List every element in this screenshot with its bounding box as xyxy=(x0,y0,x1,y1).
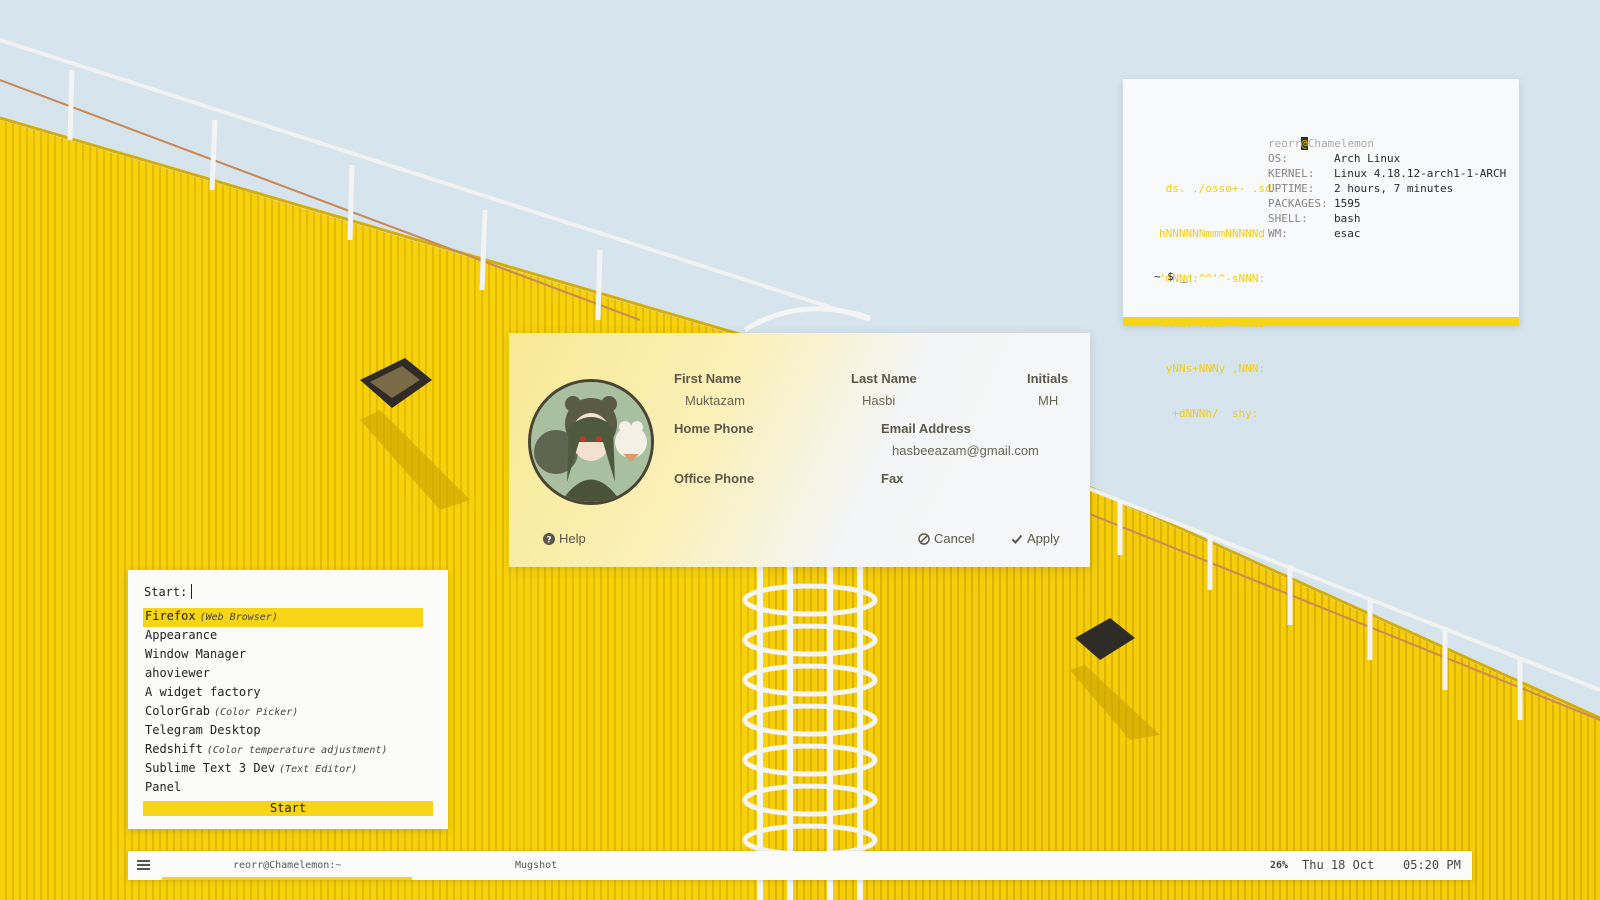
avatar[interactable] xyxy=(528,379,654,505)
list-item-firefox[interactable]: Firefox (Web Browser) xyxy=(143,608,423,627)
initials-field[interactable]: MH xyxy=(1038,393,1058,408)
terminal-username: reorr xyxy=(1268,137,1302,150)
app-description: (Web Browser) xyxy=(199,612,278,623)
sysinfo-value-shell: bash xyxy=(1334,212,1361,225)
cancel-icon xyxy=(918,532,930,545)
sysinfo-key-os: OS: xyxy=(1268,152,1288,165)
app-name: Telegram Desktop xyxy=(145,723,261,737)
launcher-search[interactable]: Start: xyxy=(144,584,193,599)
sysinfo-key-packages: PACKAGES: xyxy=(1268,197,1328,210)
battery-status[interactable]: 26% xyxy=(1270,851,1288,880)
distro-ascii-logo: ds. ./osso+- .sd hNNNNNNmmmNNNNNd 'mNNd:… xyxy=(1159,151,1272,451)
app-description: (Color Picker) xyxy=(214,707,299,718)
sysinfo-value-packages: 1595 xyxy=(1334,197,1361,210)
help-button-label: Help xyxy=(559,531,586,546)
panel-clock[interactable]: 05:20 PM xyxy=(1403,851,1461,880)
initials-label: Initials xyxy=(1027,371,1069,386)
panel-date[interactable]: Thu 18 Oct xyxy=(1302,851,1374,880)
app-name: Firefox xyxy=(145,609,196,623)
taskbar-panel: reorr@Chamelemon:~ Mugshot 26% Thu 18 Oc… xyxy=(128,851,1472,880)
list-item-window-manager[interactable]: Window Manager xyxy=(143,646,423,665)
terminal-window[interactable]: reorr@Chamelemon ds. ./osso+- .sd hNNNNN… xyxy=(1123,79,1519,420)
logo-line: hNNNNNNmmmNNNNNd xyxy=(1159,227,1265,240)
avatar-illustration xyxy=(531,382,651,502)
terminal-prompt[interactable]: ~ $ _ xyxy=(1154,269,1187,284)
taskbar-item-mugshot[interactable]: Mugshot xyxy=(515,851,557,880)
terminal-hostname: Chamelemon xyxy=(1307,137,1374,150)
email-label: Email Address xyxy=(881,421,971,436)
sysinfo-key-wm: WM: xyxy=(1268,227,1288,240)
sysinfo-value-wm: esac xyxy=(1334,227,1361,240)
svg-text:?: ? xyxy=(546,535,551,545)
list-item-ahoviewer[interactable]: ahoviewer xyxy=(143,665,423,684)
taskbar-item-terminal[interactable]: reorr@Chamelemon:~ xyxy=(233,851,341,880)
home-phone-label: Home Phone xyxy=(674,421,754,436)
checkmark-icon xyxy=(1011,534,1023,544)
sysinfo-value-kernel: Linux 4.18.12-arch1-1-ARCH xyxy=(1334,167,1507,180)
terminal-hostline: reorr@Chamelemon xyxy=(1268,136,1374,151)
cancel-button[interactable]: Cancel xyxy=(918,531,974,546)
start-button[interactable]: Start xyxy=(143,801,433,816)
sysinfo-key-shell: SHELL: xyxy=(1268,212,1308,225)
list-item-sublime-text[interactable]: Sublime Text 3 Dev (Text Editor) xyxy=(143,760,423,779)
list-item-appearance[interactable]: Appearance xyxy=(143,627,423,646)
logo-line: +dNNNh/ shy: xyxy=(1159,407,1259,420)
app-name: Panel xyxy=(145,780,182,794)
terminal-accent-bar xyxy=(1123,317,1519,326)
hamburger-menu-icon[interactable] xyxy=(137,860,150,871)
sysinfo-key-uptime: UPTIME: xyxy=(1268,182,1315,195)
office-phone-label: Office Phone xyxy=(674,471,755,486)
logo-line: yNNs+NNNy ,NNN: xyxy=(1159,362,1265,375)
email-field[interactable]: hasbeeazam@gmail.com xyxy=(892,443,1039,458)
list-item-widget-factory[interactable]: A widget factory xyxy=(143,684,423,703)
fax-label: Fax xyxy=(881,471,904,486)
sysinfo-keys: OS: KERNEL: UPTIME: PACKAGES: SHELL: WM: xyxy=(1268,151,1328,241)
app-name: ColorGrab xyxy=(145,704,211,718)
sysinfo-value-os: Arch Linux xyxy=(1334,152,1401,165)
app-name: A widget factory xyxy=(145,685,261,699)
list-item-panel[interactable]: Panel xyxy=(143,779,423,798)
list-item-telegram[interactable]: Telegram Desktop xyxy=(143,722,423,741)
last-name-field[interactable]: Hasbi xyxy=(862,393,895,408)
app-name: ahoviewer xyxy=(145,666,211,680)
first-name-field[interactable]: Muktazam xyxy=(685,393,745,408)
office-phone-field[interactable] xyxy=(685,493,845,509)
app-description: (Text Editor) xyxy=(279,764,358,775)
cancel-button-label: Cancel xyxy=(934,531,975,546)
apply-button[interactable]: Apply xyxy=(1011,531,1060,546)
home-phone-field[interactable] xyxy=(685,443,845,459)
sysinfo-values: Arch Linux Linux 4.18.12-arch1-1-ARCH 2 … xyxy=(1334,151,1506,241)
list-item-redshift[interactable]: Redshift (Color temperature adjustment) xyxy=(143,741,423,760)
help-button[interactable]: ? Help xyxy=(543,531,586,546)
app-name: Appearance xyxy=(145,628,218,642)
active-task-indicator xyxy=(162,877,412,880)
app-name: Sublime Text 3 Dev xyxy=(145,761,276,775)
mugshot-dialog: First Name Muktazam Last Name Hasbi Init… xyxy=(509,333,1090,567)
first-name-label: First Name xyxy=(674,371,742,386)
app-description: (Color temperature adjustment) xyxy=(206,745,388,756)
apply-button-label: Apply xyxy=(1027,531,1060,546)
app-list: Firefox (Web Browser) Appearance Window M… xyxy=(143,608,423,798)
logo-line: ds. ./osso+- .sd xyxy=(1159,182,1272,195)
terminal-at-sign: @ xyxy=(1301,137,1308,150)
app-name: Window Manager xyxy=(145,647,247,661)
fax-field[interactable] xyxy=(892,493,1052,509)
sysinfo-value-uptime: 2 hours, 7 minutes xyxy=(1334,182,1454,195)
list-item-colorgrab[interactable]: ColorGrab (Color Picker) xyxy=(143,703,423,722)
app-name: Redshift xyxy=(145,742,203,756)
sysinfo-key-kernel: KERNEL: xyxy=(1268,167,1315,180)
help-icon: ? xyxy=(543,532,555,545)
app-launcher: Start: Firefox (Web Browser) Appearance W… xyxy=(128,570,448,829)
launcher-prompt-label: Start: xyxy=(144,585,188,599)
text-caret xyxy=(191,584,193,599)
last-name-label: Last Name xyxy=(851,371,917,386)
